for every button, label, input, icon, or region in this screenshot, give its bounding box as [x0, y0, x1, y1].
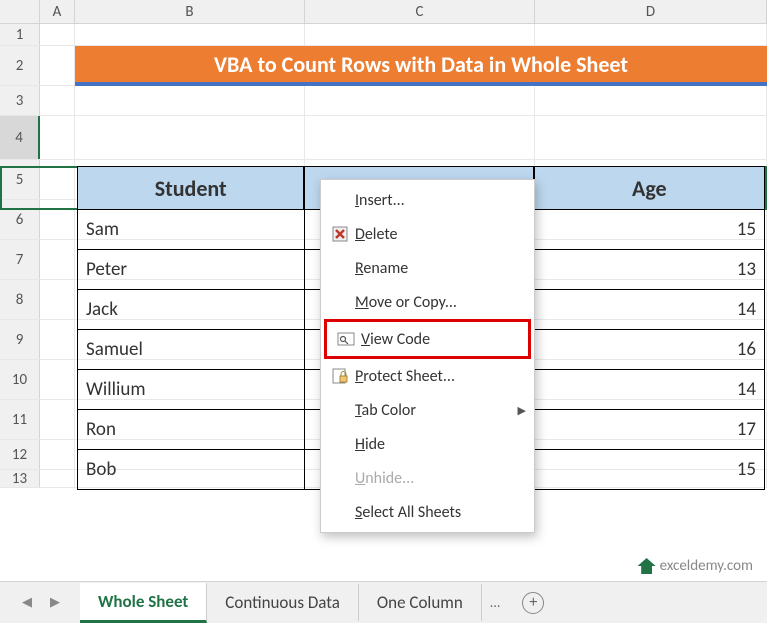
menu-select-all-sheets[interactable]: Select All Sheets: [321, 495, 534, 529]
grid-row-3: 3: [0, 86, 767, 116]
cell-student[interactable]: Samuel: [77, 330, 304, 370]
row-header-11[interactable]: 11: [0, 400, 40, 439]
row-header-9[interactable]: 9: [0, 320, 40, 359]
house-icon: [638, 558, 656, 574]
watermark: exceldemy.com: [638, 557, 753, 575]
row-header-6[interactable]: 6: [0, 200, 40, 239]
menu-hide[interactable]: Hide: [321, 427, 534, 461]
row-header-12[interactable]: 12: [0, 440, 40, 469]
chevron-right-icon: ▶: [518, 404, 526, 417]
protect-icon: [325, 367, 355, 385]
select-all-corner[interactable]: [0, 0, 40, 23]
cell-age[interactable]: 16: [534, 330, 765, 370]
tab-overflow[interactable]: ...: [482, 594, 509, 611]
cell-student[interactable]: Bob: [77, 450, 304, 490]
cell-student[interactable]: Willium: [77, 370, 304, 410]
cell-student[interactable]: Ron: [77, 410, 304, 450]
grid-row-1: 1: [0, 24, 767, 46]
delete-icon: [325, 225, 355, 243]
th-age[interactable]: Age: [534, 166, 765, 210]
menu-tab-color[interactable]: Tab Color▶: [321, 393, 534, 427]
menu-unhide: Unhide...: [321, 461, 534, 495]
cell-student[interactable]: Peter: [77, 250, 304, 290]
row-header-8[interactable]: 8: [0, 280, 40, 319]
sheet-tabs-bar: ◀ ▶ Whole Sheet Continuous Data One Colu…: [0, 581, 767, 623]
cell-age[interactable]: 17: [534, 410, 765, 450]
row-header-13[interactable]: 13: [0, 470, 40, 487]
cell-student[interactable]: Jack: [77, 290, 304, 330]
menu-protect-sheet[interactable]: Protect Sheet...: [321, 359, 534, 393]
row-header-5[interactable]: 5: [0, 160, 40, 199]
context-menu: Insert... Delete Rename Move or Copy... …: [320, 179, 535, 533]
col-header-B[interactable]: B: [75, 0, 305, 23]
col-header-A[interactable]: A: [40, 0, 75, 23]
cell-age[interactable]: 13: [534, 250, 765, 290]
column-headers: A B C D: [0, 0, 767, 24]
tab-whole-sheet[interactable]: Whole Sheet: [80, 583, 207, 623]
menu-insert[interactable]: Insert...: [321, 183, 534, 217]
row-header-2[interactable]: 2: [0, 46, 40, 85]
highlight-box: View Code: [324, 319, 531, 359]
add-sheet-button[interactable]: +: [522, 592, 544, 614]
row-header-3[interactable]: 3: [0, 86, 40, 115]
menu-delete[interactable]: Delete: [321, 217, 534, 251]
tab-nav-arrows[interactable]: ◀ ▶: [22, 595, 80, 610]
menu-view-code[interactable]: View Code: [327, 322, 528, 356]
cell-age[interactable]: 14: [534, 290, 765, 330]
row-header-1[interactable]: 1: [0, 24, 40, 45]
tab-one-column[interactable]: One Column: [359, 584, 482, 621]
next-sheet-icon[interactable]: ▶: [50, 595, 60, 610]
prev-sheet-icon[interactable]: ◀: [22, 595, 32, 610]
row-header-7[interactable]: 7: [0, 240, 40, 279]
cell-age[interactable]: 15: [534, 210, 765, 250]
col-header-D[interactable]: D: [535, 0, 767, 23]
col-header-C[interactable]: C: [305, 0, 535, 23]
cell-student[interactable]: Sam: [77, 210, 304, 250]
tab-continuous-data[interactable]: Continuous Data: [207, 584, 359, 621]
menu-rename[interactable]: Rename: [321, 251, 534, 285]
row-header-10[interactable]: 10: [0, 360, 40, 399]
page-title: VBA to Count Rows with Data in Whole She…: [75, 46, 767, 86]
row-header-4[interactable]: 4: [0, 116, 40, 159]
view-code-icon: [331, 330, 361, 348]
cell-age[interactable]: 14: [534, 370, 765, 410]
grid-row-4: 4: [0, 116, 767, 160]
th-student[interactable]: Student: [77, 166, 304, 210]
cell-age[interactable]: 15: [534, 450, 765, 490]
menu-move-copy[interactable]: Move or Copy...: [321, 285, 534, 319]
